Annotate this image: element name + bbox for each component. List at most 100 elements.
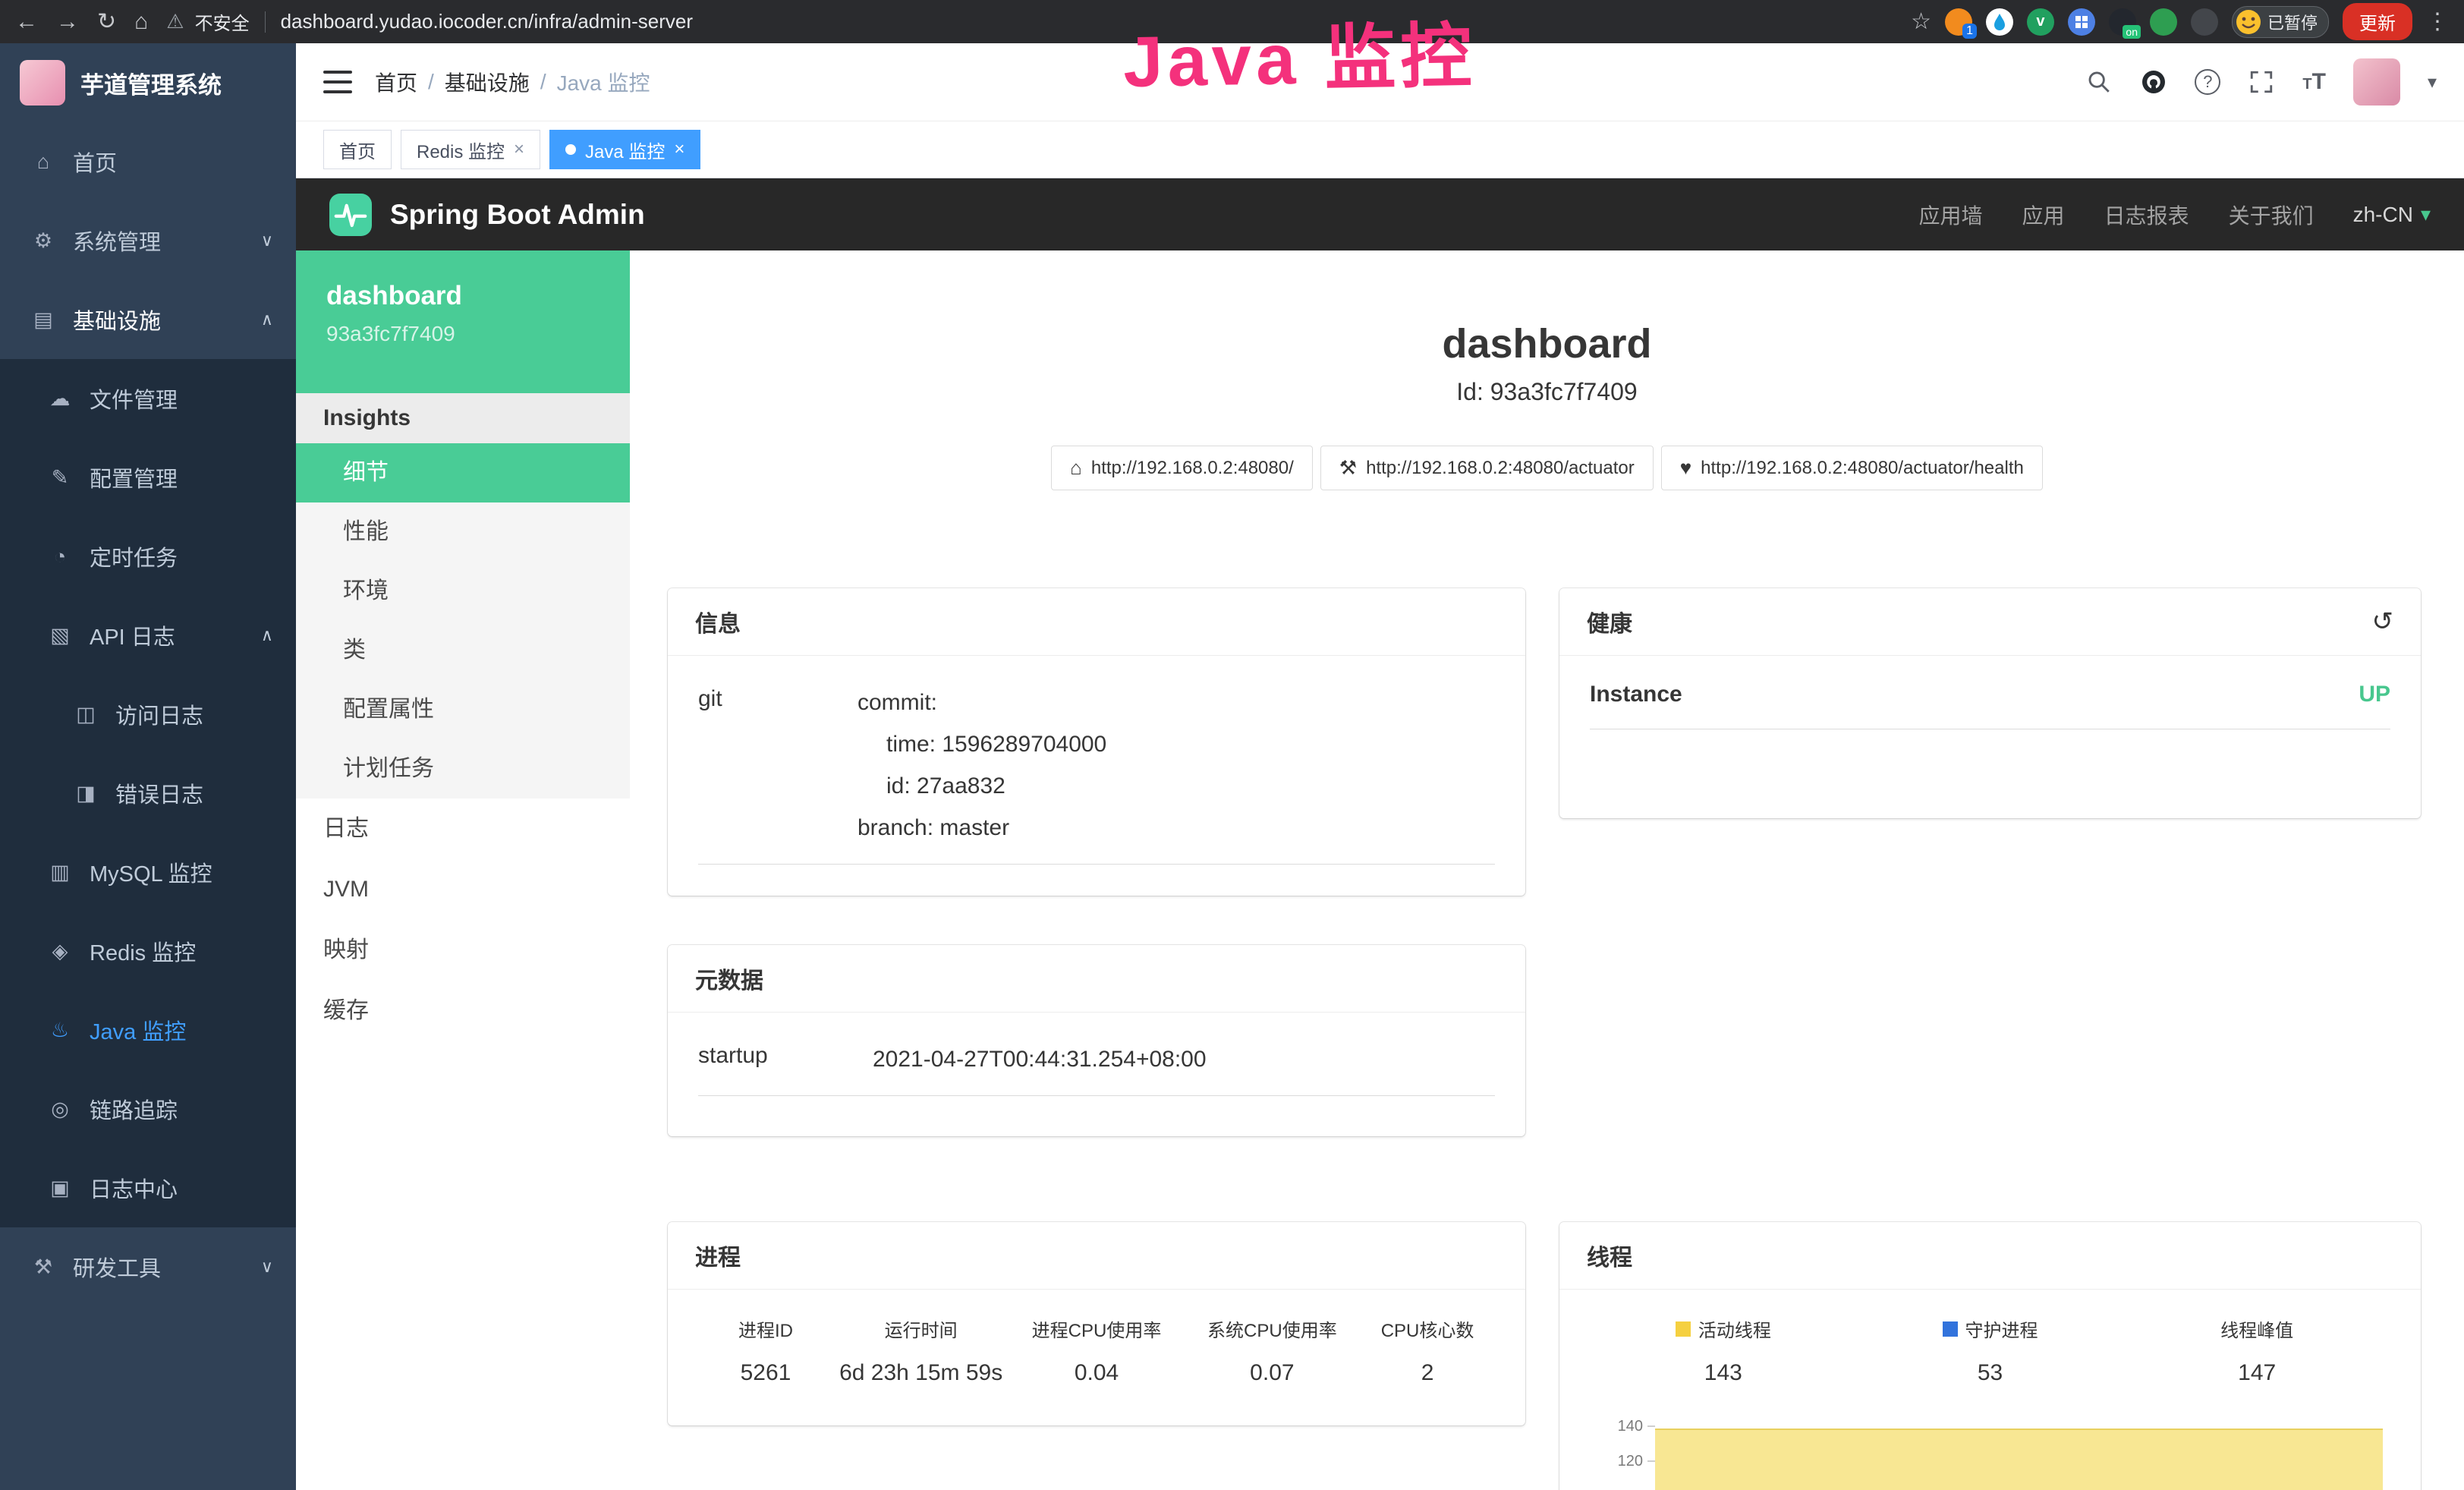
sidebar-item-java-monitor[interactable]: ♨ Java 监控	[0, 991, 296, 1069]
search-icon[interactable]	[2085, 68, 2113, 96]
breadcrumb-home[interactable]: 首页	[375, 67, 417, 97]
process-col-uptime: 运行时间 6d 23h 15m 59s	[833, 1315, 1009, 1386]
v-glyph: v	[2036, 13, 2044, 30]
threads-chart: 140 120 100	[1590, 1409, 2390, 1490]
instance-heading: dashboard Id: 93a3fc7f7409 ⌂ http://192.…	[630, 250, 2464, 490]
history-icon[interactable]: ↺	[2372, 606, 2394, 637]
sba-nav-about[interactable]: 关于我们	[2229, 200, 2314, 230]
health-card: 健康 ↺ Instance UP	[1559, 588, 2421, 818]
sba-nav-caches[interactable]: 缓存	[296, 981, 630, 1041]
app-topbar: 首页 / 基础设施 / Java 监控 ? TT ▾	[296, 43, 2464, 121]
topbar-actions: ? TT ▾	[2085, 58, 2437, 106]
fullscreen-icon[interactable]	[2248, 68, 2275, 96]
sidebar-item-tracing[interactable]: ◎ 链路追踪	[0, 1069, 296, 1148]
address-bar[interactable]: ⚠ 不安全 dashboard.yudao.iocoder.cn/infra/a…	[166, 8, 1893, 35]
font-size-icon[interactable]: TT	[2302, 69, 2326, 95]
sidebar-toggle-icon[interactable]	[323, 71, 352, 93]
not-secure-warning-icon: ⚠	[166, 10, 184, 33]
sba-nav-applications[interactable]: 应用	[2022, 200, 2065, 230]
sba-header: Spring Boot Admin 应用墙 应用 日志报表 关于我们 zh-CN…	[296, 178, 2464, 250]
sidebar-item-api-log[interactable]: ▧ API 日志 ∧	[0, 596, 296, 675]
access-log-icon: ◫	[73, 703, 99, 726]
chevron-up-icon: ∧	[261, 625, 273, 645]
extension-grid-icon[interactable]	[2068, 8, 2095, 36]
browser-menu-icon[interactable]: ⋮	[2426, 11, 2449, 33]
sidebar-item-files[interactable]: ☁ 文件管理	[0, 359, 296, 438]
sidebar-item-log-center[interactable]: ▣ 日志中心	[0, 1148, 296, 1227]
app-logo-row[interactable]: 芋道管理系统	[0, 43, 296, 122]
github-icon[interactable]	[2140, 68, 2167, 96]
sidebar-item-home[interactable]: ⌂ 首页	[0, 122, 296, 201]
tags-view-bar: 首页 Redis 监控 × Java 监控 ×	[296, 121, 2464, 178]
sba-nav-mappings[interactable]: 映射	[296, 920, 630, 981]
threads-chart-yaxis: 140 120 100	[1590, 1409, 1655, 1490]
sidebar-item-system[interactable]: ⚙ 系统管理 ∨	[0, 201, 296, 280]
sidebar-item-devtools[interactable]: ⚒ 研发工具 ∨	[0, 1227, 296, 1306]
locale-select[interactable]: zh-CN ▾	[2353, 203, 2431, 227]
sidebar-item-mysql[interactable]: ▥ MySQL 监控	[0, 833, 296, 912]
actuator-url-link[interactable]: ⚒ http://192.168.0.2:48080/actuator	[1320, 446, 1654, 490]
bookmark-star-icon[interactable]: ☆	[1911, 11, 1931, 33]
profile-chip[interactable]: 已暂停	[2232, 6, 2329, 38]
sidebar-item-cron[interactable]: ◔ 定时任务	[0, 517, 296, 596]
sidebar-item-config[interactable]: ✎ 配置管理	[0, 438, 296, 517]
sba-nav-jvm[interactable]: JVM	[296, 859, 630, 920]
extension-orange-icon[interactable]: 1	[1945, 8, 1972, 36]
sidebar-item-infra[interactable]: ▤ 基础设施 ∧	[0, 280, 296, 359]
tab-java-monitor[interactable]: Java 监控 ×	[549, 130, 700, 169]
health-url-link[interactable]: ♥ http://192.168.0.2:48080/actuator/heal…	[1661, 446, 2043, 490]
health-row-instance: Instance UP	[1590, 682, 2390, 729]
chevron-down-icon: ▾	[2421, 203, 2431, 226]
chevron-down-icon[interactable]: ▾	[2428, 71, 2437, 93]
sba-nav-environment[interactable]: 环境	[296, 562, 630, 621]
service-url-link[interactable]: ⌂ http://192.168.0.2:48080/	[1051, 446, 1313, 490]
sba-nav-scheduled-tasks[interactable]: 计划任务	[296, 739, 630, 799]
extension-drop-icon[interactable]	[1986, 8, 2013, 36]
update-button[interactable]: 更新	[2343, 3, 2412, 40]
sidebar-item-error-log[interactable]: ◨ 错误日志	[0, 754, 296, 833]
tab-home[interactable]: 首页	[323, 130, 392, 169]
edit-icon: ✎	[47, 466, 73, 490]
forward-icon[interactable]: →	[56, 11, 79, 33]
page-title: dashboard	[630, 320, 2464, 367]
sidebar-item-label: API 日志	[90, 619, 175, 651]
sba-nav-wallboard[interactable]: 应用墙	[1919, 200, 1983, 230]
status-badge: UP	[2359, 682, 2390, 707]
metadata-value: 2021-04-27T00:44:31.254+08:00	[873, 1038, 1495, 1080]
process-col-pid: 进程ID 5261	[698, 1315, 833, 1386]
extension-leaf-icon[interactable]	[2150, 8, 2177, 36]
legend-live-threads: 活动线程 143	[1590, 1315, 1857, 1386]
sba-nav-metrics[interactable]: 性能	[296, 502, 630, 562]
heart-icon: ♥	[1680, 456, 1691, 480]
reload-icon[interactable]: ↻	[97, 11, 116, 33]
extensions-puzzle-icon[interactable]	[2191, 8, 2218, 36]
sba-nav-loggers[interactable]: 日志	[296, 799, 630, 859]
sidebar-item-access-log[interactable]: ◫ 访问日志	[0, 675, 296, 754]
sidebar-item-label: 定时任务	[90, 540, 178, 572]
tools-icon: ⚒	[30, 1255, 56, 1279]
sba-nav-journal[interactable]: 日志报表	[2104, 200, 2189, 230]
browser-home-icon[interactable]: ⌂	[134, 11, 148, 33]
extension-green-icon[interactable]: v	[2027, 8, 2054, 36]
help-icon[interactable]: ?	[2195, 69, 2220, 95]
sidebar-item-label: 访问日志	[115, 698, 203, 730]
extension-switch-icon[interactable]: on	[2109, 8, 2136, 36]
instance-header[interactable]: dashboard 93a3fc7f7409	[296, 250, 630, 393]
sidebar-item-label: 链路追踪	[90, 1093, 178, 1125]
info-card: 信息 git commit: time: 1596289704000 id: 2…	[668, 588, 1525, 896]
user-avatar[interactable]	[2353, 58, 2400, 106]
sidebar-item-label: 文件管理	[90, 383, 178, 414]
sba-nav-beans[interactable]: 类	[296, 621, 630, 680]
app-logo	[20, 60, 65, 106]
breadcrumb-infra[interactable]: 基础设施	[445, 67, 530, 97]
close-icon[interactable]: ×	[514, 139, 524, 160]
sba-nav-configprops[interactable]: 配置属性	[296, 680, 630, 739]
tab-redis-monitor[interactable]: Redis 监控 ×	[401, 130, 540, 169]
process-col-process-cpu: 进程CPU使用率 0.04	[1009, 1315, 1184, 1386]
sidebar-item-redis[interactable]: ◈ Redis 监控	[0, 912, 296, 991]
sba-brand-title: Spring Boot Admin	[390, 199, 645, 231]
sba-nav-details[interactable]: 细节	[296, 443, 630, 502]
back-icon[interactable]: ←	[15, 11, 38, 33]
tab-label: 首页	[339, 137, 376, 163]
close-icon[interactable]: ×	[674, 139, 684, 160]
